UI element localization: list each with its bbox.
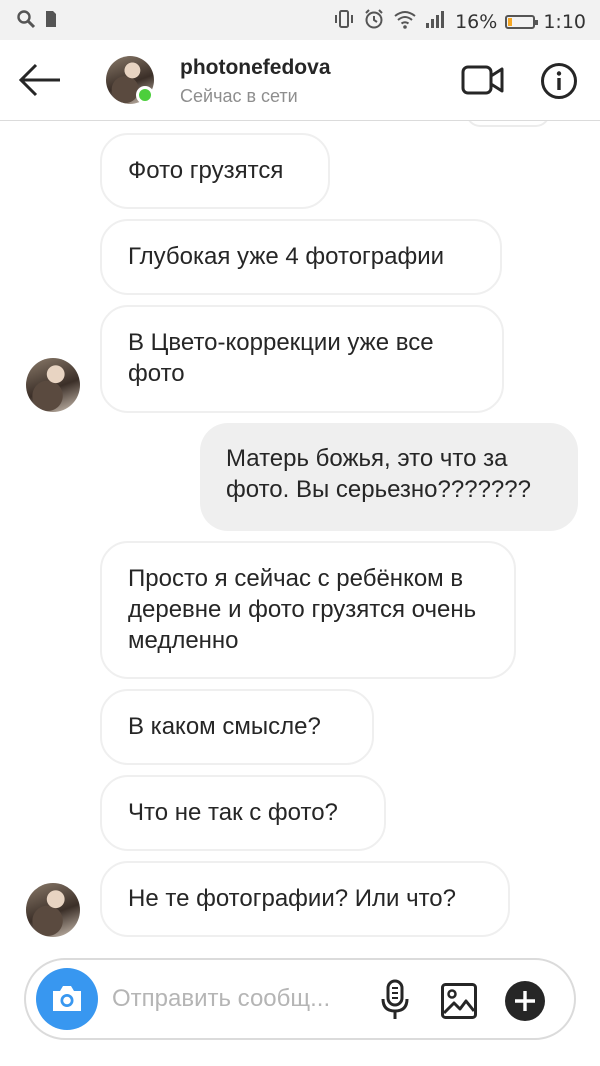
message-bubble-outgoing[interactable]: Матерь божья, это что за фото. Вы серьез… — [200, 423, 578, 531]
online-indicator — [136, 86, 154, 104]
status-bar-right: 16% 1:10 — [333, 8, 586, 35]
sender-avatar[interactable] — [26, 883, 80, 937]
arrow-left-icon — [18, 63, 60, 97]
message-bubble[interactable]: В Цвето-коррекции уже все фото — [100, 305, 504, 413]
status-bar-left — [16, 9, 58, 33]
message-bubble[interactable]: Не те фотографии? Или что? — [100, 861, 510, 937]
more-options-button[interactable] — [504, 980, 546, 1022]
back-button[interactable] — [16, 62, 64, 98]
message-bubble[interactable]: Фото грузятся — [100, 133, 330, 209]
chat-header: photonefedova Сейчас в сети — [0, 40, 600, 121]
message-text: В Цвето-коррекции уже все фото — [128, 329, 434, 387]
message-input[interactable] — [112, 980, 362, 1018]
vibrate-icon — [333, 9, 355, 34]
plus-circle-icon — [505, 981, 545, 1021]
video-call-button[interactable] — [460, 64, 506, 96]
message-text: Матерь божья, это что за фото. Вы серьез… — [226, 445, 531, 503]
message-bubble[interactable]: В каком смысле? — [100, 689, 374, 765]
alarm-icon — [363, 8, 385, 35]
status-bar: 16% 1:10 — [0, 0, 600, 40]
message-text: Что не так с фото? — [128, 799, 338, 826]
info-button[interactable] — [540, 62, 578, 100]
message-text: Фото грузятся — [128, 157, 284, 184]
battery-percent: 16% — [455, 10, 498, 33]
battery-fill — [508, 17, 513, 26]
username[interactable]: photonefedova — [180, 56, 331, 80]
previous-message-edge — [466, 121, 550, 127]
message-text: Не те фотографии? Или что? — [128, 885, 456, 912]
microphone-icon — [381, 979, 409, 1019]
camera-icon — [53, 986, 81, 1011]
camera-button[interactable] — [36, 968, 98, 1030]
message-composer — [24, 958, 576, 1040]
message-bubble[interactable]: Глубокая уже 4 фотографии — [100, 219, 502, 295]
message-thread[interactable]: Фото грузятся Глубокая уже 4 фотографии … — [0, 121, 600, 943]
sender-avatar[interactable] — [26, 358, 80, 412]
message-bubble[interactable]: Что не так с фото? — [100, 775, 386, 851]
message-text: В каком смысле? — [128, 713, 321, 740]
clock: 1:10 — [543, 10, 586, 33]
image-icon — [441, 983, 477, 1019]
battery-icon — [505, 14, 539, 29]
wifi-icon — [393, 9, 417, 34]
video-camera-icon — [461, 65, 504, 95]
gallery-button[interactable] — [440, 982, 478, 1020]
info-icon — [541, 63, 577, 99]
message-text: Просто я сейчас с ребёнком в деревне и ф… — [128, 565, 477, 654]
message-bubble[interactable]: Просто я сейчас с ребёнком в деревне и ф… — [100, 541, 516, 679]
voice-message-button[interactable] — [378, 978, 412, 1022]
sim-icon — [44, 9, 58, 33]
signal-icon — [425, 9, 447, 34]
presence-status: Сейчас в сети — [180, 86, 298, 106]
search-icon — [16, 9, 36, 33]
message-text: Глубокая уже 4 фотографии — [128, 243, 445, 270]
